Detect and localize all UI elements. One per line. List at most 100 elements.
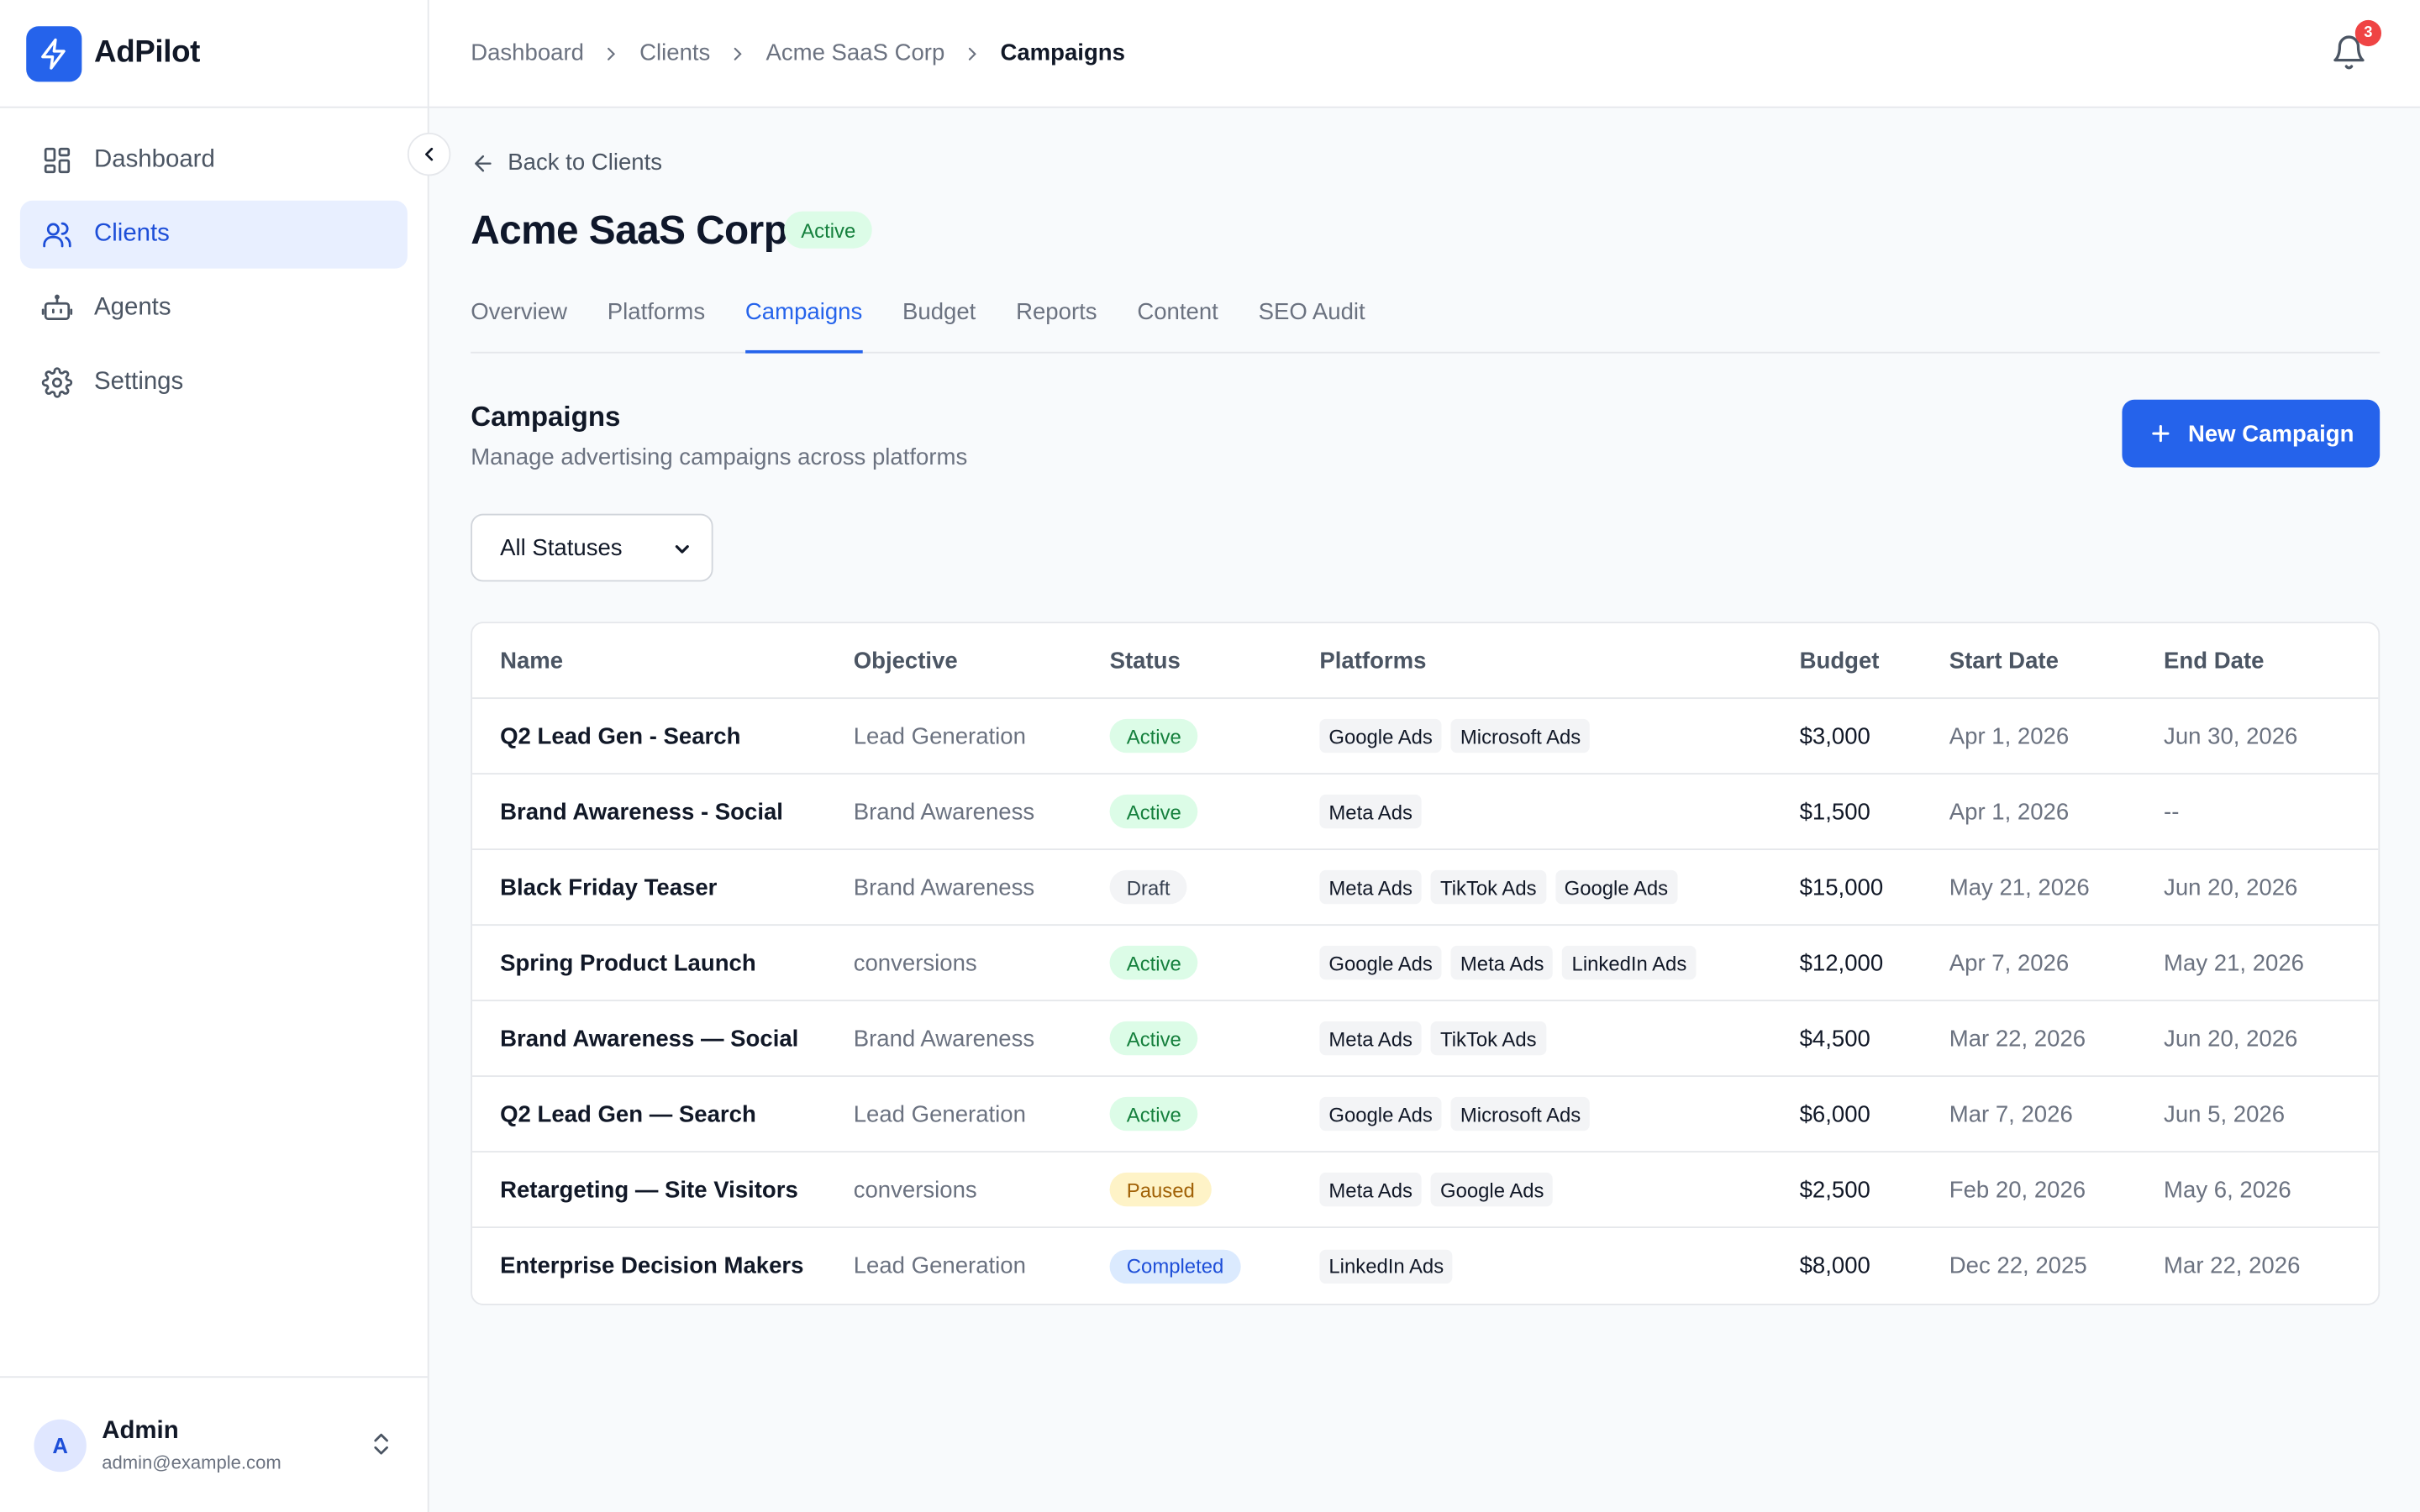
sidebar-item-label: Settings [94, 368, 184, 396]
campaign-status-cell: Active [1109, 1096, 1320, 1131]
table-row[interactable]: Spring Product Launch conversions Active Go… [472, 926, 2379, 1002]
tab-overview[interactable]: Overview [471, 281, 567, 353]
platform-chip: Microsoft Ads [1450, 718, 1591, 753]
campaign-end-date: Jun 30, 2026 [2164, 722, 2298, 749]
campaign-name[interactable]: Enterprise Decision Makers [472, 1252, 854, 1278]
platform-chip: TikTok Ads [1430, 869, 1546, 905]
gear-icon [41, 367, 73, 398]
lightning-icon [26, 25, 82, 81]
status-badge: Active [1109, 1096, 1199, 1131]
status-badge: Active [1109, 1021, 1199, 1056]
campaign-status-cell: Active [1109, 1021, 1320, 1056]
breadcrumb-clients[interactable]: Clients [639, 40, 710, 66]
column-header-status[interactable]: Status [1110, 647, 1320, 673]
campaign-objective: Brand Awareness [853, 798, 1035, 825]
column-header-platforms[interactable]: Platforms [1319, 647, 1799, 673]
back-label: Back to Clients [508, 150, 663, 176]
campaign-name[interactable]: Q2 Lead Gen - Search [472, 722, 854, 748]
users-icon [43, 222, 71, 248]
column-header-name[interactable]: Name [472, 647, 854, 673]
tab-campaigns[interactable]: Campaigns [744, 281, 863, 354]
chevron-down-icon [675, 545, 689, 554]
platform-chip: Meta Ads [1319, 794, 1422, 829]
breadcrumb-client[interactable]: Acme SaaS Corp [765, 40, 944, 66]
platform-chip: LinkedIn Ads [1319, 1248, 1454, 1284]
column-header-objective[interactable]: Objective [854, 647, 1110, 673]
campaign-end-date: -- [2164, 798, 2180, 825]
campaign-status-cell: Active [1109, 794, 1320, 829]
campaign-budget: $12,000 [1799, 949, 1884, 976]
campaign-start-date: Apr 7, 2026 [1949, 949, 2070, 976]
campaign-name[interactable]: Black Friday Teaser [472, 874, 854, 900]
campaign-status-cell: Draft [1109, 869, 1320, 905]
table-row[interactable]: Q2 Lead Gen — Search Lead Generation Activ… [472, 1077, 2379, 1153]
campaign-objective: conversions [853, 1176, 977, 1203]
campaign-objective: Lead Generation [853, 722, 1026, 749]
platform-chip: Microsoft Ads [1450, 1096, 1591, 1131]
arrow-left-icon [475, 154, 492, 171]
campaign-start-date: Mar 22, 2026 [1949, 1025, 2086, 1052]
platform-chip: Google Ads [1430, 1172, 1554, 1207]
brand-name: AdPilot [94, 35, 201, 70]
sidebar-item-settings[interactable]: Settings [20, 349, 408, 417]
campaign-objective: Lead Generation [853, 1252, 1026, 1279]
user-menu[interactable]: A Admin admin@example.com [0, 1376, 428, 1512]
campaign-budget: $4,500 [1799, 1025, 1870, 1052]
campaign-budget: $6,000 [1799, 1100, 1870, 1127]
campaign-name[interactable]: Brand Awareness - Social [472, 798, 854, 824]
sidebar-collapse-button[interactable] [407, 132, 451, 176]
table-row[interactable]: Retargeting — Site Visitors conversions Pa… [472, 1152, 2379, 1229]
sidebar-item-label: Clients [94, 220, 170, 247]
column-header-budget[interactable]: Budget [1800, 647, 1949, 673]
tab-seo-audit[interactable]: SEO Audit [1259, 281, 1365, 353]
new-campaign-label: New Campaign [2187, 420, 2354, 447]
status-badge: Draft [1109, 869, 1187, 905]
plus-icon [2151, 425, 2169, 443]
table-row[interactable]: Brand Awareness - Social Brand Awareness A… [472, 774, 2379, 851]
tab-budget[interactable]: Budget [902, 281, 976, 353]
campaign-status-cell: Active [1109, 945, 1320, 980]
new-campaign-button[interactable]: New Campaign [2122, 399, 2381, 468]
campaign-status-cell: Completed [1109, 1248, 1320, 1284]
breadcrumb-dashboard[interactable]: Dashboard [471, 40, 584, 66]
campaign-end-date: Jun 20, 2026 [2164, 1025, 2298, 1052]
campaign-platforms: Meta Ads Google Ads [1319, 1172, 1799, 1207]
campaign-budget: $3,000 [1799, 722, 1870, 749]
platform-chip: Google Ads [1319, 1096, 1442, 1131]
table-header: Name Objective Status Platforms Budget S… [472, 623, 2379, 700]
sidebar-item-label: Agents [94, 294, 171, 322]
tab-reports[interactable]: Reports [1016, 281, 1097, 353]
table-row[interactable]: Brand Awareness — Social Brand Awareness A… [472, 1001, 2379, 1078]
status-filter-select[interactable]: All Statuses [471, 513, 713, 582]
column-header-end-date[interactable]: End Date [2164, 647, 2264, 673]
chevron-left-icon [425, 147, 434, 161]
campaign-start-date: Mar 7, 2026 [1949, 1100, 2073, 1127]
campaign-name[interactable]: Retargeting — Site Visitors [472, 1176, 854, 1202]
sidebar-item-clients[interactable]: Clients [19, 200, 408, 269]
table-row[interactable]: Black Friday Teaser Brand Awareness Draft M… [472, 850, 2379, 927]
sidebar-item-dashboard[interactable]: Dashboard [20, 127, 408, 195]
dashboard-icon [44, 147, 71, 174]
campaign-platforms: Meta Ads [1319, 794, 1799, 829]
breadcrumb: Dashboard Clients Acme SaaS Corp Campaig… [471, 40, 1125, 66]
column-header-start-date[interactable]: Start Date [1949, 647, 2164, 673]
campaign-objective: Brand Awareness [853, 874, 1035, 900]
campaign-budget: $8,000 [1799, 1252, 1870, 1279]
page-title: Acme SaaS Corp [471, 207, 788, 254]
table-row[interactable]: Enterprise Decision Makers Lead Generatio… [472, 1228, 2378, 1304]
brand[interactable]: AdPilot [0, 0, 428, 108]
back-to-clients-link[interactable]: Back to Clients [471, 150, 662, 176]
campaign-name[interactable]: Spring Product Launch [472, 949, 854, 975]
tab-content[interactable]: Content [1137, 281, 1218, 353]
status-badge: Active [1109, 945, 1199, 980]
tab-platforms[interactable]: Platforms [608, 281, 705, 353]
campaign-name[interactable]: Q2 Lead Gen — Search [472, 1100, 854, 1126]
campaign-name[interactable]: Brand Awareness — Social [472, 1025, 854, 1051]
chevron-up-down-icon[interactable] [367, 1431, 395, 1458]
sidebar-item-agents[interactable]: Agents [20, 275, 408, 343]
campaign-platforms: Meta Ads TikTok Ads Google Ads [1319, 869, 1799, 905]
campaign-budget: $1,500 [1799, 798, 1870, 825]
avatar: A [34, 1418, 87, 1472]
campaign-end-date: Jun 20, 2026 [2164, 874, 2298, 900]
table-row[interactable]: Q2 Lead Gen - Search Lead Generation Activ… [472, 699, 2379, 775]
